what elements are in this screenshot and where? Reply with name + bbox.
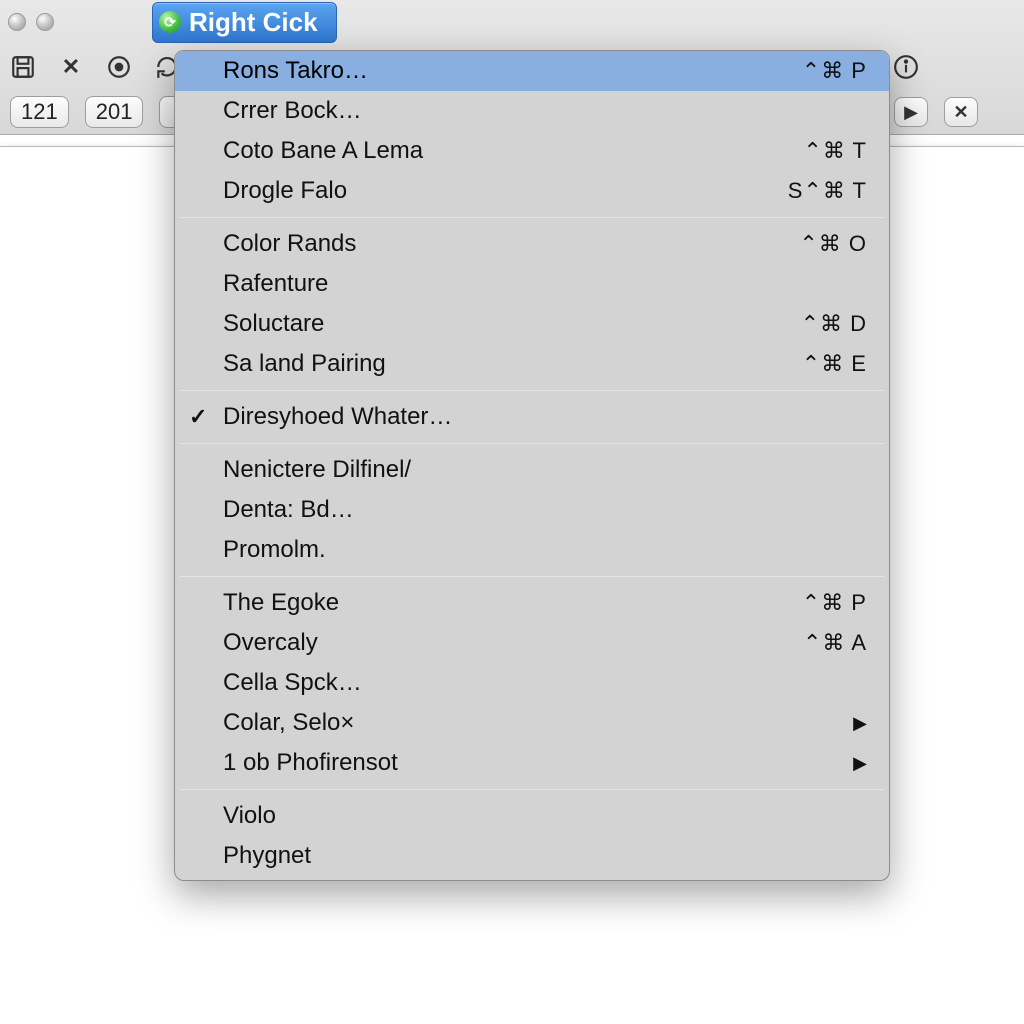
- menu-item[interactable]: Soluctare⌃⌘ D: [175, 304, 889, 344]
- menu-separator: [179, 217, 885, 218]
- menu-separator: [179, 443, 885, 444]
- menu-item[interactable]: Rons Takro…⌃⌘ P: [175, 51, 889, 91]
- menu-item[interactable]: The Egoke⌃⌘ P: [175, 583, 889, 623]
- menu-separator: [179, 390, 885, 391]
- menu-item[interactable]: Phygnet: [175, 836, 889, 876]
- submenu-arrow-icon: ▶: [853, 753, 867, 774]
- menu-item-label: Colar, Selo×: [223, 709, 853, 737]
- menu-item-label: Sa land Pairing: [223, 350, 802, 378]
- nav-next-button[interactable]: ▶: [894, 97, 928, 127]
- menu-item[interactable]: Colar, Selo×▶: [175, 703, 889, 743]
- menu-item-label: Violo: [223, 802, 867, 830]
- menu-item[interactable]: Cella Spck…: [175, 663, 889, 703]
- menu-item-label: Denta: Bd…: [223, 496, 867, 524]
- menu-item-label: Rons Takro…: [223, 57, 802, 85]
- menu-item-label: 1 ob Phofirensot: [223, 749, 853, 777]
- menu-item-label: Nenictere Dilfinel/: [223, 456, 867, 484]
- menu-item-label: Rafenture: [223, 270, 867, 298]
- menu-item-label: The Egoke: [223, 589, 802, 617]
- menu-item-shortcut: ⌃⌘ D: [801, 311, 867, 337]
- menu-item-label: Color Rands: [223, 230, 799, 258]
- record-icon[interactable]: [106, 54, 132, 80]
- traffic-lights: [8, 13, 54, 31]
- check-icon: ✓: [189, 404, 207, 430]
- menu-item[interactable]: Color Rands⌃⌘ O: [175, 224, 889, 264]
- menu-separator: [179, 789, 885, 790]
- menu-item[interactable]: 1 ob Phofirensot▶: [175, 743, 889, 783]
- close-icon[interactable]: ✕: [58, 54, 84, 80]
- menu-item[interactable]: Promolm.: [175, 530, 889, 570]
- menu-item[interactable]: Sa land Pairing⌃⌘ E: [175, 344, 889, 384]
- menu-item-shortcut: ⌃⌘ O: [799, 231, 867, 257]
- nav-close-button[interactable]: ✕: [944, 97, 978, 127]
- menu-item-shortcut: ⌃⌘ P: [802, 58, 867, 84]
- menu-item-shortcut: ⌃⌘ A: [803, 630, 867, 656]
- submenu-arrow-icon: ▶: [853, 713, 867, 734]
- menu-item[interactable]: Nenictere Dilfinel/: [175, 450, 889, 490]
- title-badge: ⟳ Right Cick: [152, 2, 337, 43]
- menu-separator: [179, 576, 885, 577]
- menu-item[interactable]: Rafenture: [175, 264, 889, 304]
- menu-item-shortcut: ⌃⌘ T: [803, 138, 867, 164]
- menu-item-shortcut: ⌃⌘ P: [802, 590, 867, 616]
- info-icon[interactable]: [893, 54, 919, 80]
- menu-item[interactable]: Overcaly⌃⌘ A: [175, 623, 889, 663]
- menu-item[interactable]: Crrer Bock…: [175, 91, 889, 131]
- menu-item-label: Drogle Falo: [223, 177, 788, 205]
- traffic-min-icon[interactable]: [36, 13, 54, 31]
- menu-item-label: Diresyhoed Whater…: [223, 403, 867, 431]
- traffic-close-icon[interactable]: [8, 13, 26, 31]
- titlebar: ⟳ Right Cick: [0, 0, 1024, 44]
- menu-item[interactable]: Drogle FaloS⌃⌘ T: [175, 171, 889, 211]
- num-button-2[interactable]: 201: [85, 96, 144, 128]
- menu-item-label: Promolm.: [223, 536, 867, 564]
- title-badge-text: Right Cick: [189, 7, 318, 38]
- menu-item[interactable]: Violo: [175, 796, 889, 836]
- menu-item-label: Coto Bane A Lema: [223, 137, 803, 165]
- menu-item-label: Soluctare: [223, 310, 801, 338]
- menu-item[interactable]: Denta: Bd…: [175, 490, 889, 530]
- menu-item-label: Cella Spck…: [223, 669, 867, 697]
- menu-item-label: Phygnet: [223, 842, 867, 870]
- menu-item-shortcut: ⌃⌘ E: [802, 351, 867, 377]
- menu-item[interactable]: ✓ Diresyhoed Whater…: [175, 397, 889, 437]
- menu-item-label: Overcaly: [223, 629, 803, 657]
- menu-item-label: Crrer Bock…: [223, 97, 867, 125]
- menu-item-shortcut: S⌃⌘ T: [788, 178, 867, 204]
- num-button-1[interactable]: 121: [10, 96, 69, 128]
- save-icon[interactable]: [10, 54, 36, 80]
- context-menu: Rons Takro…⌃⌘ PCrrer Bock…Coto Bane A Le…: [174, 50, 890, 881]
- menu-item[interactable]: Coto Bane A Lema⌃⌘ T: [175, 131, 889, 171]
- reload-icon: ⟳: [159, 11, 181, 33]
